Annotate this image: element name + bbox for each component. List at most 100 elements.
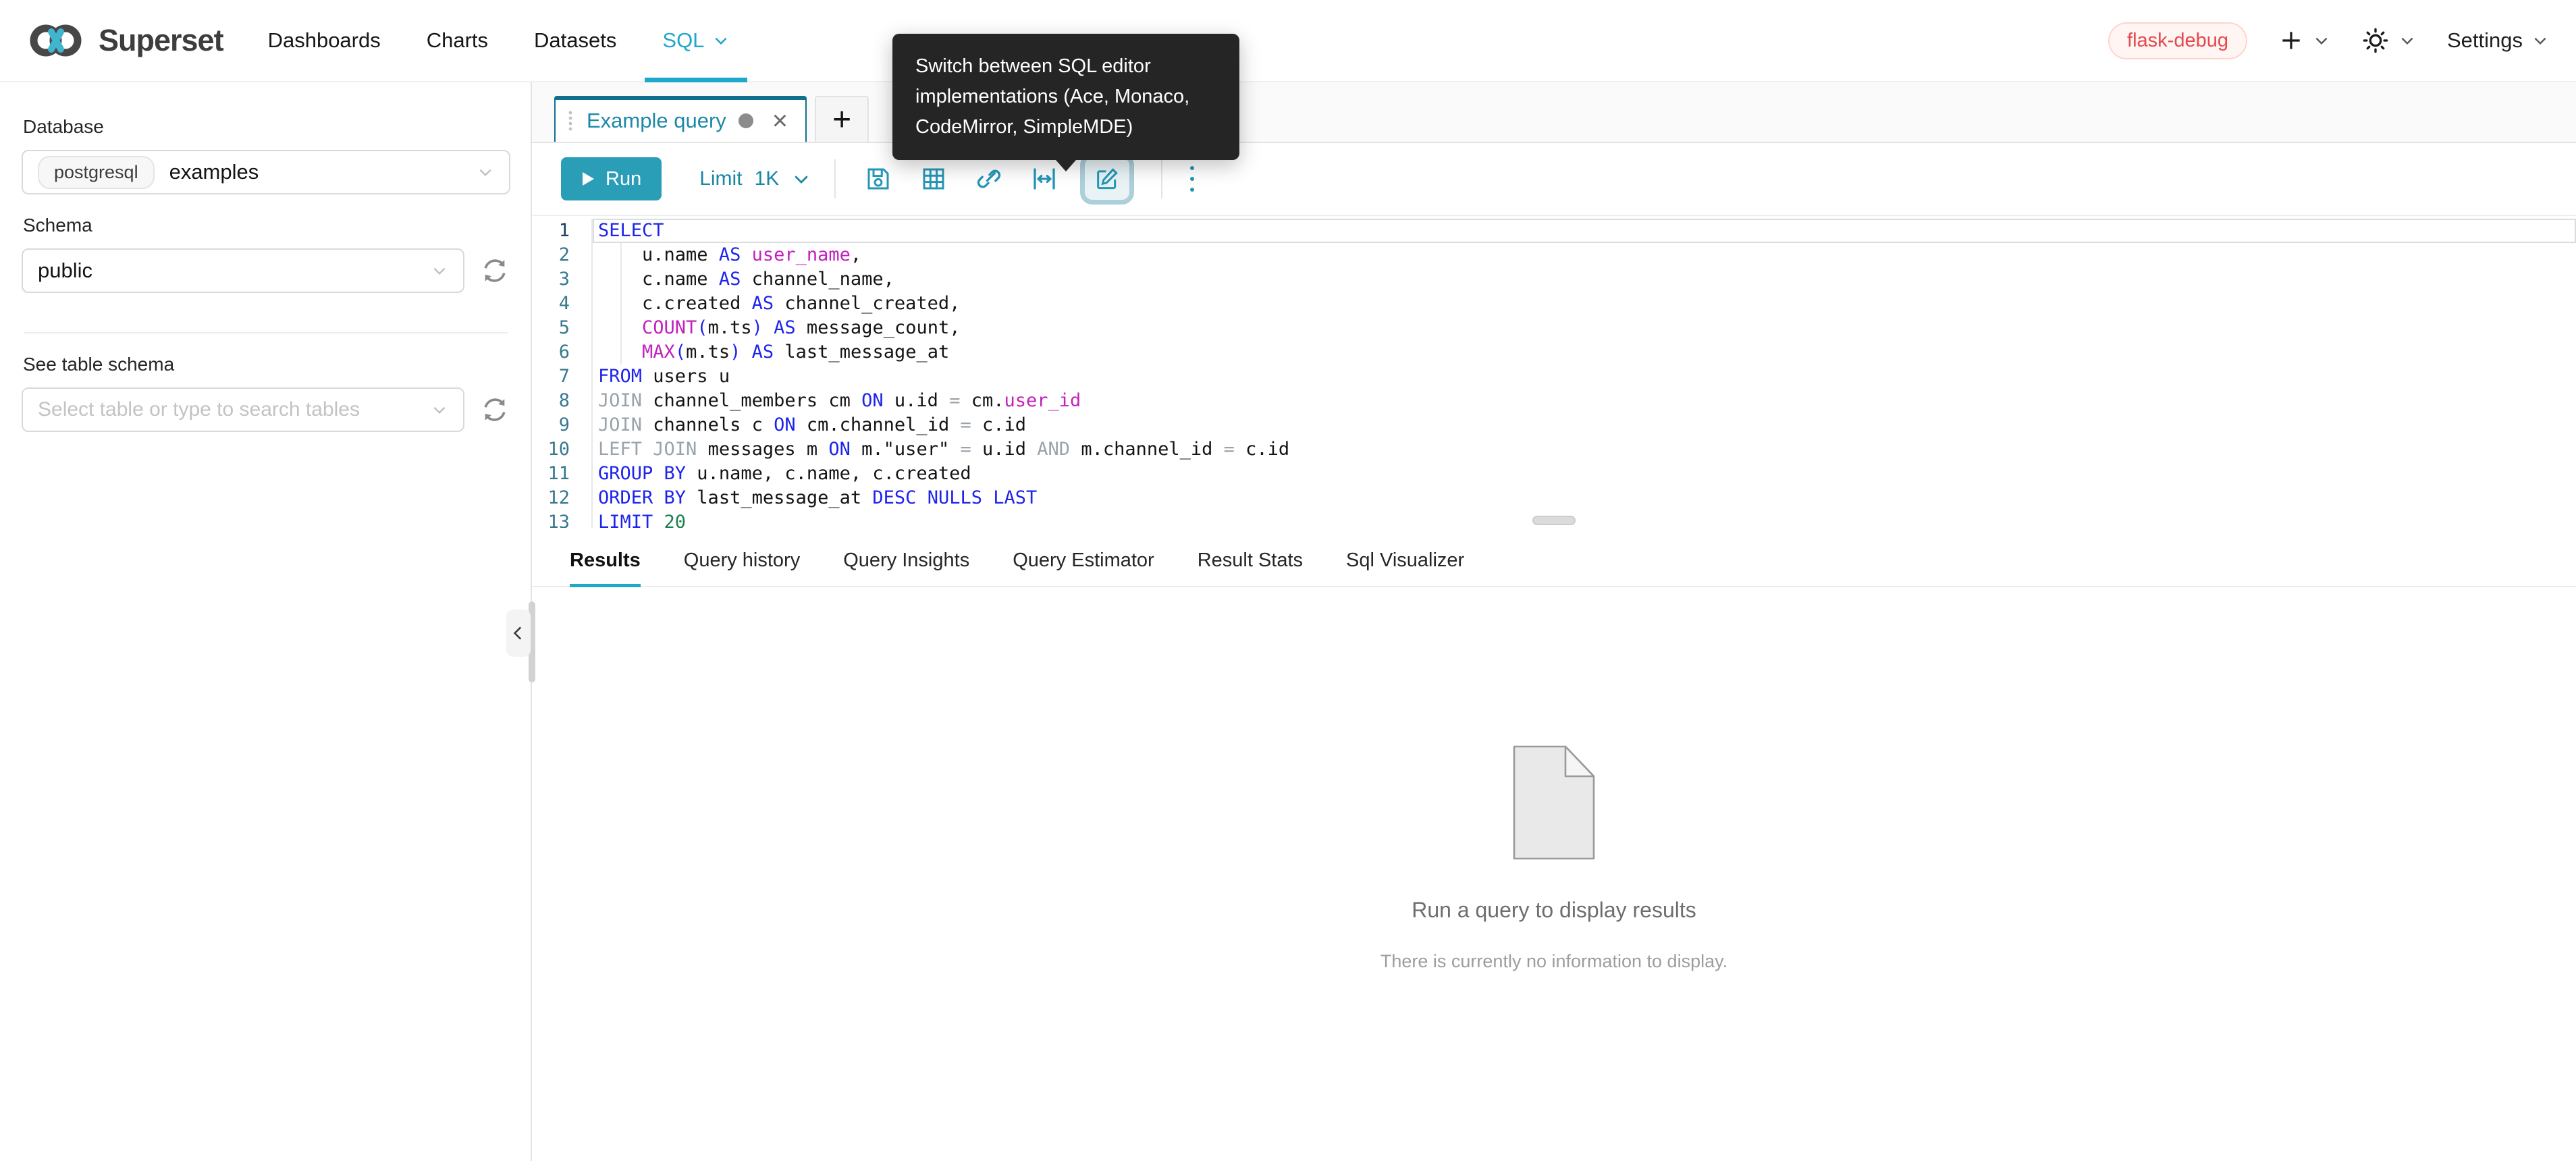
superset-logo[interactable]: Superset bbox=[27, 22, 223, 59]
code-line-content: GROUP BY u.name, c.name, c.created bbox=[593, 462, 2576, 486]
indent-guide bbox=[620, 243, 622, 364]
table-preview-button[interactable] bbox=[914, 159, 953, 198]
link-icon bbox=[975, 165, 1003, 193]
main-panel: Example query × + Run Limit 1K bbox=[532, 82, 2576, 1161]
table-grid-icon bbox=[919, 165, 948, 193]
code-line-content: MAX(m.ts) AS last_message_at bbox=[593, 340, 2576, 364]
environment-badge: flask-debug bbox=[2108, 22, 2247, 59]
code-line: 5 COUNT(m.ts) AS message_count, bbox=[532, 316, 2576, 340]
line-number: 9 bbox=[532, 413, 593, 437]
code-line-content: LIMIT 20 bbox=[593, 510, 2576, 528]
empty-state-subtitle: There is currently no information to dis… bbox=[1380, 951, 1727, 972]
nav-sql[interactable]: SQL bbox=[645, 0, 747, 81]
tab-query-insights[interactable]: Query Insights bbox=[843, 535, 969, 586]
nav-datasets[interactable]: Datasets bbox=[516, 0, 634, 81]
database-label: Database bbox=[23, 116, 510, 138]
main-nav: Dashboards Charts Datasets SQL bbox=[250, 0, 748, 81]
copy-link-button[interactable] bbox=[969, 159, 1009, 198]
limit-label: Limit bbox=[699, 167, 742, 190]
code-line: 4 c.created AS channel_created, bbox=[532, 292, 2576, 316]
sql-editor[interactable]: 1SELECT2 u.name AS user_name,3 c.name AS… bbox=[532, 215, 2576, 528]
run-label: Run bbox=[606, 168, 641, 190]
code-area: 1SELECT2 u.name AS user_name,3 c.name AS… bbox=[532, 219, 2576, 528]
code-line: 12ORDER BY last_message_at DESC NULLS LA… bbox=[532, 486, 2576, 510]
collapse-sidebar-button[interactable] bbox=[506, 610, 531, 657]
nav-label: Datasets bbox=[534, 28, 616, 53]
refresh-schemas-button[interactable] bbox=[479, 255, 510, 286]
code-line-content: c.name AS channel_name, bbox=[593, 267, 2576, 292]
code-line: 6 MAX(m.ts) AS last_message_at bbox=[532, 340, 2576, 364]
code-line: 11GROUP BY u.name, c.name, c.created bbox=[532, 462, 2576, 486]
save-icon bbox=[864, 165, 892, 193]
plus-icon bbox=[2278, 28, 2304, 53]
nav-charts[interactable]: Charts bbox=[409, 0, 506, 81]
tab-label: Result Stats bbox=[1198, 549, 1303, 572]
chevron-down-icon bbox=[791, 169, 811, 189]
tab-query-estimator[interactable]: Query Estimator bbox=[1013, 535, 1154, 586]
tab-results[interactable]: Results bbox=[570, 535, 641, 586]
nav-label: SQL bbox=[662, 28, 704, 53]
line-number: 1 bbox=[532, 219, 593, 243]
line-number: 4 bbox=[532, 292, 593, 316]
limit-value: 1K bbox=[755, 167, 780, 190]
editor-switch-button[interactable] bbox=[1080, 153, 1134, 205]
more-options-button[interactable] bbox=[1179, 159, 1206, 198]
results-panel: Results Query history Query Insights Que… bbox=[532, 535, 2576, 1161]
refresh-tables-button[interactable] bbox=[479, 394, 510, 425]
table-select[interactable]: Select table or type to search tables bbox=[22, 387, 464, 432]
schema-select[interactable]: public bbox=[22, 248, 464, 293]
refresh-icon bbox=[480, 395, 510, 425]
code-line-content: JOIN channels c ON cm.channel_id = c.id bbox=[593, 413, 2576, 437]
line-number: 6 bbox=[532, 340, 593, 364]
brand-name: Superset bbox=[99, 23, 223, 58]
schema-row: public bbox=[22, 248, 510, 293]
tab-result-stats[interactable]: Result Stats bbox=[1198, 535, 1303, 586]
tab-query-history[interactable]: Query history bbox=[684, 535, 800, 586]
code-line: 10LEFT JOIN messages m ON m."user" = u.i… bbox=[532, 437, 2576, 462]
tab-example-query[interactable]: Example query × bbox=[554, 96, 807, 142]
sidebar-divider bbox=[24, 332, 508, 333]
table-schema-label: See table schema bbox=[23, 354, 510, 375]
add-tab-button[interactable]: + bbox=[815, 96, 869, 142]
line-number: 10 bbox=[532, 437, 593, 462]
run-query-button[interactable]: Run bbox=[561, 157, 662, 200]
limit-dropdown[interactable]: Limit 1K bbox=[699, 167, 811, 190]
code-line: 3 c.name AS channel_name, bbox=[532, 267, 2576, 292]
editor-resize-handle[interactable] bbox=[1532, 516, 1576, 525]
empty-state-title: Run a query to display results bbox=[1412, 898, 1696, 923]
save-query-button[interactable] bbox=[859, 159, 898, 198]
nav-dashboards[interactable]: Dashboards bbox=[250, 0, 398, 81]
results-empty-state: Run a query to display results There is … bbox=[532, 556, 2576, 1161]
settings-menu[interactable]: Settings bbox=[2447, 28, 2549, 53]
chevron-down-icon bbox=[431, 262, 448, 279]
toolbar-divider bbox=[834, 159, 836, 198]
line-number: 2 bbox=[532, 243, 593, 267]
line-number: 8 bbox=[532, 389, 593, 413]
tab-label: Example query bbox=[587, 109, 726, 133]
refresh-icon bbox=[480, 256, 510, 286]
database-select[interactable]: postgresql examples bbox=[22, 150, 510, 194]
code-line-content: u.name AS user_name, bbox=[593, 243, 2576, 267]
line-number: 5 bbox=[532, 316, 593, 340]
line-number: 11 bbox=[532, 462, 593, 486]
new-item-button[interactable] bbox=[2278, 28, 2330, 53]
theme-toggle-button[interactable] bbox=[2361, 26, 2416, 55]
tab-label: Query Insights bbox=[843, 549, 969, 572]
chevron-left-icon bbox=[510, 624, 527, 642]
table-select-placeholder: Select table or type to search tables bbox=[38, 398, 360, 421]
code-line-content: COUNT(m.ts) AS message_count, bbox=[593, 316, 2576, 340]
tab-sql-visualizer[interactable]: Sql Visualizer bbox=[1346, 535, 1464, 586]
code-line-content: JOIN channel_members cm ON u.id = cm.use… bbox=[593, 389, 2576, 413]
column-width-icon bbox=[1030, 165, 1058, 193]
chevron-down-icon bbox=[477, 163, 494, 181]
code-line-content: ORDER BY last_message_at DESC NULLS LAST bbox=[593, 486, 2576, 510]
header-right: flask-debug Settings bbox=[2108, 22, 2549, 59]
schema-label: Schema bbox=[23, 215, 510, 236]
tab-label: Query Estimator bbox=[1013, 549, 1154, 572]
document-icon bbox=[1513, 745, 1595, 860]
chevron-down-icon bbox=[712, 32, 730, 49]
close-tab-icon[interactable]: × bbox=[772, 107, 788, 134]
line-number: 3 bbox=[532, 267, 593, 292]
drag-handle-icon[interactable] bbox=[566, 109, 574, 132]
tooltip-text: Switch between SQL editor implementation… bbox=[915, 55, 1189, 138]
